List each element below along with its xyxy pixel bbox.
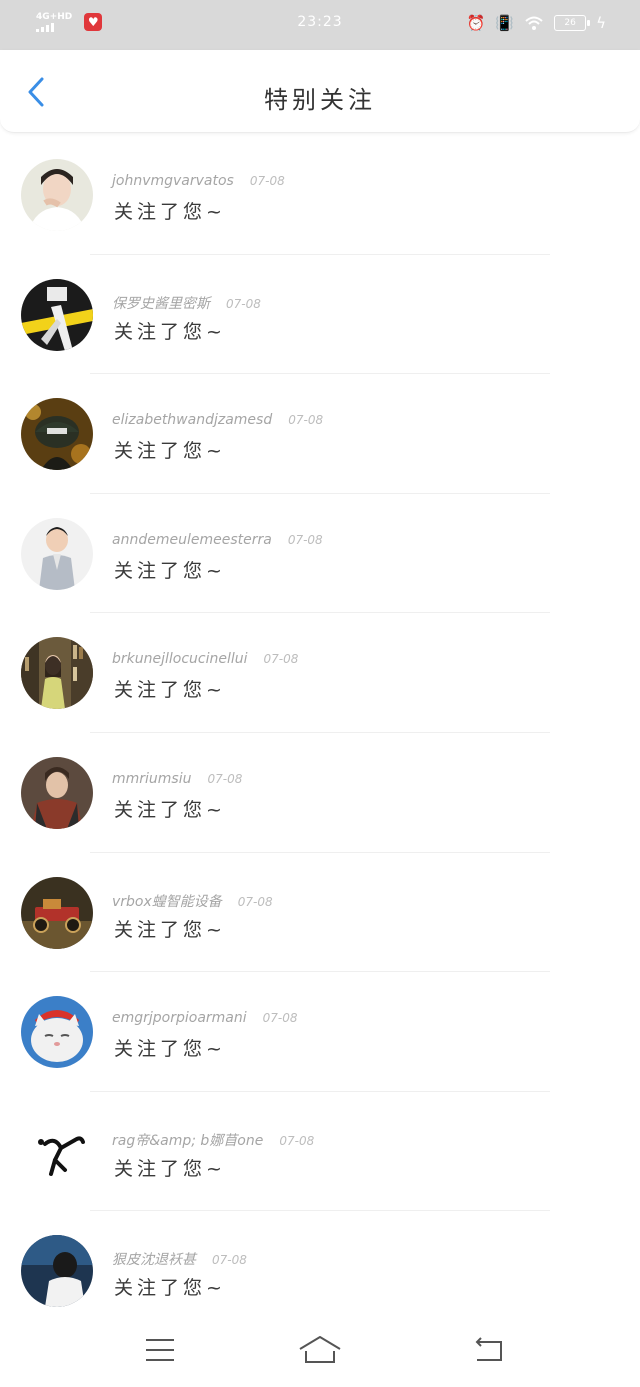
status-bar: 4G+HD ♥ 23:23 ⏰ 📳 26 ϟ [0, 0, 640, 50]
list-item[interactable]: elizabethwandjzamesd 07-08 关注了您~ [0, 374, 640, 494]
system-nav-bar [0, 1318, 640, 1387]
page-title: 特别关注 [264, 86, 376, 114]
item-header: elizabethwandjzamesd 07-08 [112, 412, 323, 428]
user-name[interactable]: 狠皮沈退袄甚 [112, 1249, 196, 1269]
follow-date: 07-08 [262, 1011, 298, 1026]
follow-date: 07-08 [287, 532, 323, 547]
follow-date: 07-08 [212, 1253, 247, 1268]
item-header: mmriumsiu 07-08 [112, 771, 242, 787]
alarm-icon: ⏰ [466, 14, 486, 32]
avatar[interactable] [21, 637, 93, 710]
item-header: johnvmgvarvatos 07-08 [112, 173, 285, 189]
list-item[interactable]: rag帝&amp; b娜苜one 07-08 关注了您~ [0, 1092, 640, 1212]
item-header: 狠皮沈退袄甚 07-08 [112, 1249, 247, 1269]
list-item[interactable]: 保罗史酱里密斯 07-08 关注了您~ [0, 255, 640, 375]
avatar[interactable] [21, 876, 93, 949]
item-header: anndemeulemeesterra 07-08 [112, 532, 323, 548]
avatar[interactable] [21, 398, 93, 471]
return-icon [475, 1337, 502, 1361]
home-button[interactable] [296, 1330, 344, 1370]
menu-button[interactable] [136, 1330, 184, 1370]
avatar[interactable] [21, 159, 93, 231]
follow-message: 关注了您~ [114, 918, 226, 941]
list-item[interactable]: brkunejllocucinellui 07-08 关注了您~ [0, 613, 640, 733]
follow-message: 关注了您~ [114, 798, 226, 821]
avatar[interactable] [21, 996, 93, 1069]
wifi-icon [525, 16, 543, 30]
app-header: 特别关注 [0, 50, 640, 133]
avatar[interactable] [21, 517, 93, 590]
follow-date: 07-08 [249, 174, 285, 188]
user-name[interactable]: brkunejllocucinellui [112, 651, 248, 667]
follow-message: 关注了您~ [114, 679, 226, 702]
follow-date: 07-08 [226, 296, 261, 311]
follow-message: 关注了您~ [114, 320, 226, 343]
vibrate-icon: 📳 [495, 14, 515, 32]
user-name[interactable]: anndemeulemeesterra [112, 532, 272, 548]
avatar[interactable] [21, 1115, 93, 1188]
follow-date: 07-08 [237, 894, 273, 909]
user-name[interactable]: rag帝&amp; b娜苜one [112, 1130, 263, 1150]
avatar[interactable] [21, 278, 93, 351]
follow-date: 07-08 [279, 1133, 315, 1148]
item-header: emgrjporpioarmani 07-08 [112, 1010, 298, 1026]
follow-date: 07-08 [263, 652, 299, 667]
list-item[interactable]: vrbox蝗智能设备 07-08 关注了您~ [0, 853, 640, 973]
follow-date: 07-08 [288, 413, 324, 428]
item-header: 保罗史酱里密斯 07-08 [112, 293, 261, 313]
follow-message: 关注了您~ [114, 1038, 226, 1061]
follow-message: 关注了您~ [114, 559, 226, 582]
battery-icon: 26 [554, 15, 591, 31]
follow-message: 关注了您~ [114, 201, 226, 223]
follow-list: johnvmgvarvatos 07-08 关注了您~ 保罗史酱里密斯 07-0… [0, 135, 640, 1331]
follow-message: 关注了您~ [114, 440, 226, 463]
user-name[interactable]: emgrjporpioarmani [112, 1010, 247, 1026]
follow-message: 关注了您~ [114, 1277, 226, 1300]
item-header: rag帝&amp; b娜苜one 07-08 [112, 1130, 314, 1150]
return-button[interactable] [464, 1330, 512, 1370]
avatar[interactable] [21, 756, 93, 829]
user-name[interactable]: elizabethwandjzamesd [112, 412, 272, 428]
list-item[interactable]: mmriumsiu 07-08 关注了您~ [0, 733, 640, 853]
menu-icon [146, 1339, 174, 1361]
status-right: ⏰ 📳 26 ϟ [467, 14, 606, 32]
home-icon [299, 1336, 341, 1363]
list-item[interactable]: 狠皮沈退袄甚 07-08 关注了您~ [0, 1211, 640, 1331]
follow-message: 关注了您~ [114, 1157, 226, 1180]
user-name[interactable]: 保罗史酱里密斯 [112, 293, 210, 313]
user-name[interactable]: johnvmgvarvatos [112, 173, 234, 189]
list-item[interactable]: emgrjporpioarmani 07-08 关注了您~ [0, 972, 640, 1092]
avatar[interactable] [21, 1235, 93, 1308]
follow-date: 07-08 [207, 771, 243, 786]
user-name[interactable]: vrbox蝗智能设备 [112, 891, 222, 911]
list-item[interactable]: anndemeulemeesterra 07-08 关注了您~ [0, 494, 640, 614]
battery-level: 26 [564, 18, 576, 28]
item-header: vrbox蝗智能设备 07-08 [112, 891, 273, 911]
charging-icon: ϟ [596, 14, 606, 32]
item-header: brkunejllocucinellui 07-08 [112, 651, 298, 667]
user-name[interactable]: mmriumsiu [112, 771, 192, 787]
list-item[interactable]: johnvmgvarvatos 07-08 关注了您~ [0, 135, 640, 255]
